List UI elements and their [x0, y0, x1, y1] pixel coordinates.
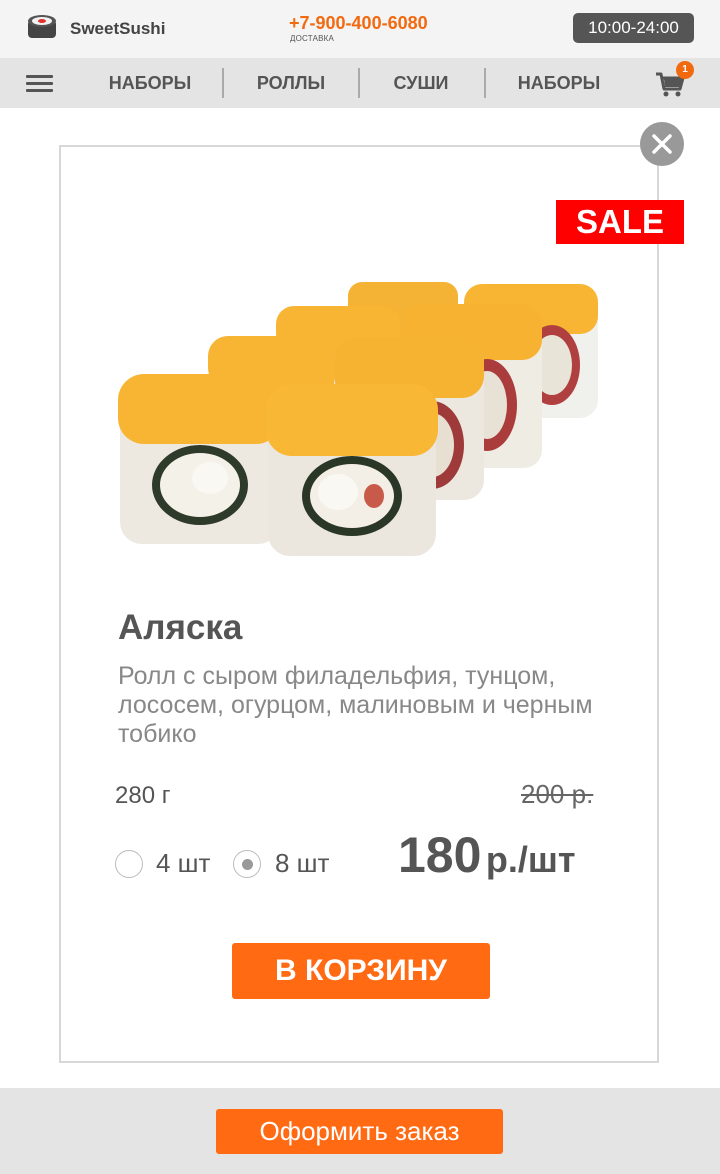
nav-item-sushi[interactable]: СУШИ — [376, 58, 466, 108]
nav-item-rolls[interactable]: РОЛЛЫ — [240, 58, 342, 108]
option-8-label[interactable]: 8 шт — [275, 848, 329, 879]
sushi-logo-icon[interactable] — [26, 12, 58, 44]
price-unit: р./шт — [485, 839, 576, 880]
close-icon — [652, 134, 672, 154]
add-to-cart-button[interactable]: В КОРЗИНУ — [232, 943, 490, 999]
working-hours-badge: 10:00-24:00 — [573, 13, 694, 43]
option-8-radio[interactable] — [233, 850, 261, 878]
option-4-label[interactable]: 4 шт — [156, 848, 210, 879]
price-value: 180 — [398, 827, 482, 883]
checkout-button[interactable]: Оформить заказ — [216, 1109, 503, 1154]
top-bar: SweetSushi +7-900-400-6080 ДОСТАВКА 10:0… — [0, 0, 720, 58]
menu-icon[interactable] — [26, 75, 54, 93]
nav-item-sets[interactable]: НАБОРЫ — [96, 58, 204, 108]
sushi-rolls-image — [118, 282, 598, 556]
brand-name[interactable]: SweetSushi — [70, 19, 165, 39]
product-title: Аляска — [118, 608, 243, 647]
nav-divider — [222, 68, 224, 98]
nav-divider — [358, 68, 360, 98]
nav-item-sets-2[interactable]: НАБОРЫ — [504, 58, 614, 108]
radio-selected-dot — [242, 859, 253, 870]
close-button[interactable] — [640, 122, 684, 166]
nav-divider — [484, 68, 486, 98]
phone-number[interactable]: +7-900-400-6080 — [289, 13, 428, 34]
main-nav: НАБОРЫ РОЛЛЫ СУШИ НАБОРЫ — [0, 58, 720, 108]
product-weight: 280 г — [115, 782, 171, 809]
current-price: 180 р./шт — [398, 826, 576, 884]
delivery-label: ДОСТАВКА — [290, 34, 335, 43]
cart-count-badge: 1 — [676, 61, 694, 79]
old-price: 200 р. — [521, 779, 594, 809]
option-4-radio[interactable] — [115, 850, 143, 878]
product-description: Ролл с сыром филадельфия, тунцом, лососе… — [118, 662, 593, 748]
sale-badge: SALE — [556, 200, 684, 244]
